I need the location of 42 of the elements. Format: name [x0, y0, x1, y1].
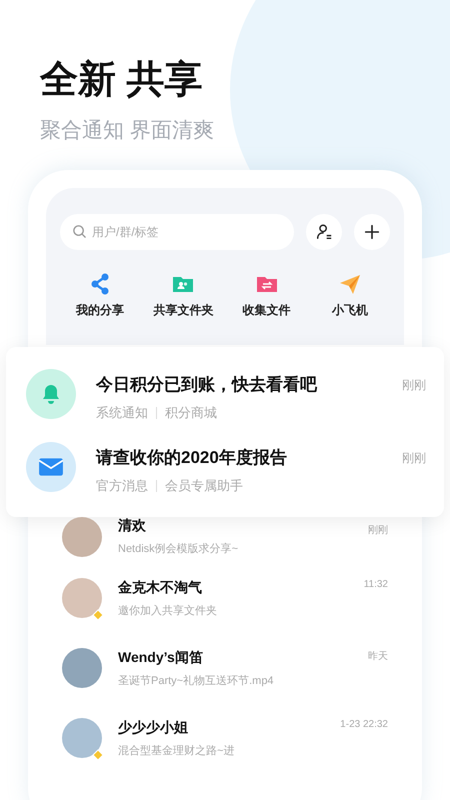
- shortcut-button[interactable]: 我的分享: [60, 272, 140, 319]
- chat-time: 11:32: [364, 578, 388, 590]
- notification-item[interactable]: 今日积分已到账，快去看看吧 系统通知 积分商城 刚刚: [6, 359, 444, 432]
- chat-name: 清欢: [118, 517, 147, 535]
- contacts-button[interactable]: [306, 214, 342, 250]
- chat-item[interactable]: Wendy’s闻笛 圣诞节Party~礼物互送环节.mp4 昨天: [62, 633, 388, 703]
- notification-time: 刚刚: [402, 450, 426, 467]
- chat-item[interactable]: 金克木不淘气 邀你加入共享文件夹 11:32: [62, 563, 388, 633]
- shortcut-button[interactable]: 小飞机: [310, 272, 390, 319]
- paper-plane-icon: [338, 272, 362, 296]
- notification-category: 会员专属助手: [165, 477, 243, 495]
- chat-preview: 混合型基金理财之路~进: [118, 744, 236, 758]
- avatar-placeholder: [62, 718, 102, 758]
- chat-time: 1-23 22:32: [340, 718, 388, 730]
- notification-source: 官方消息: [96, 477, 148, 495]
- chat-time: 昨天: [368, 650, 388, 663]
- person-list-icon: [315, 223, 333, 241]
- notification-title: 请查收你的2020年度报告: [96, 447, 288, 469]
- chat-item[interactable]: 清欢 Netdisk例会模版求分享~ 刚刚: [62, 517, 388, 563]
- avatar-placeholder: [62, 648, 102, 688]
- chat-preview: 圣诞节Party~礼物互送环节.mp4: [118, 674, 275, 688]
- headline: 全新 共享: [40, 58, 204, 103]
- chat-preview: Netdisk例会模版求分享~: [118, 542, 240, 556]
- chat-time: 刚刚: [368, 524, 388, 537]
- chat-name: Wendy’s闻笛: [118, 648, 204, 666]
- notification-time: 刚刚: [402, 377, 426, 394]
- avatar-placeholder: [62, 578, 102, 618]
- notification-category: 积分商城: [165, 404, 217, 422]
- shortcut-button[interactable]: 收集文件: [226, 272, 307, 319]
- plus-icon: [363, 223, 381, 241]
- notification-source: 系统通知: [96, 404, 148, 422]
- add-button[interactable]: [354, 214, 390, 250]
- chat-item[interactable]: 少少少小姐 混合型基金理财之路~进 1-23 22:32: [62, 703, 388, 773]
- chat-name: 金克木不淘气: [118, 578, 203, 596]
- chat-name: 少少少小姐: [118, 718, 189, 736]
- subheadline: 聚合通知 界面清爽: [40, 118, 215, 144]
- search-field[interactable]: 用户/群/标签: [60, 214, 294, 250]
- chat-preview: 邀你加入共享文件夹: [118, 604, 218, 618]
- shortcut-button[interactable]: 共享文件夹: [143, 272, 224, 319]
- avatar-placeholder: [62, 517, 102, 557]
- notification-title: 今日积分已到账，快去看看吧: [96, 374, 318, 396]
- notification-item[interactable]: 请查收你的2020年度报告 官方消息 会员专属助手 刚刚: [6, 432, 444, 505]
